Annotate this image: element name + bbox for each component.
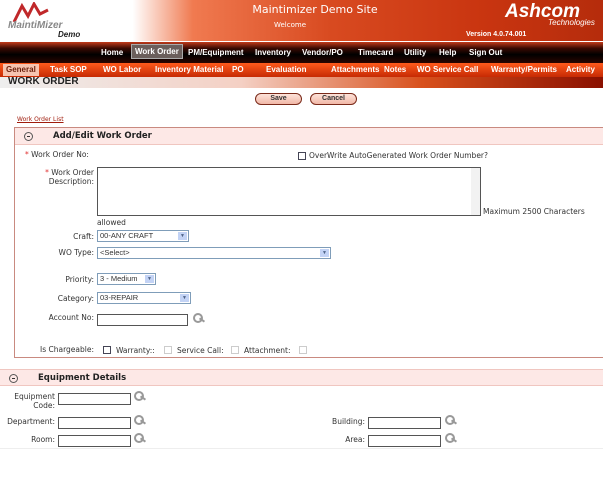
- warranty-checkbox[interactable]: [164, 346, 172, 354]
- wo-type-label: WO Type:: [58, 248, 94, 257]
- nav-pm-equipment[interactable]: PM/Equipment: [188, 48, 244, 57]
- tab-inventory-material[interactable]: Inventory Material: [155, 65, 223, 74]
- priority-label: Priority:: [65, 275, 94, 284]
- divider: [0, 448, 603, 449]
- page-title-bar: WORK ORDER: [0, 76, 603, 88]
- tab-activity[interactable]: Activity: [566, 65, 595, 74]
- equipment-code-label: Equipment Code:: [14, 392, 55, 410]
- nav-inventory[interactable]: Inventory: [255, 48, 291, 57]
- priority-select[interactable]: 3 - Medium ▼: [97, 273, 156, 285]
- attachment-checkbox[interactable]: [299, 346, 307, 354]
- main-nav: Home Work Order PM/Equipment Inventory V…: [0, 42, 603, 63]
- cancel-button[interactable]: Cancel: [310, 93, 357, 105]
- ashcom-logo-sub: Technologies: [548, 18, 595, 27]
- overwrite-label: OverWrite AutoGenerated Work Order Numbe…: [309, 151, 488, 160]
- area-label: Area:: [345, 435, 365, 444]
- category-label: Category:: [57, 294, 94, 303]
- warranty-label: Warranty::: [116, 346, 155, 355]
- attachment-label: Attachment:: [244, 346, 291, 355]
- tab-general[interactable]: General: [3, 64, 39, 76]
- wo-type-select[interactable]: <Select> ▼: [97, 247, 331, 259]
- nav-utility[interactable]: Utility: [404, 48, 426, 57]
- lookup-key-icon[interactable]: [445, 415, 457, 425]
- lookup-key-icon[interactable]: [134, 433, 146, 443]
- is-chargeable-checkbox[interactable]: [103, 346, 111, 354]
- description-scrollbar[interactable]: [471, 168, 480, 215]
- nav-help[interactable]: Help: [439, 48, 456, 57]
- work-order-list-link[interactable]: Work Order List: [17, 116, 64, 123]
- building-input[interactable]: [368, 417, 441, 429]
- account-no-input[interactable]: [97, 314, 188, 326]
- save-button[interactable]: Save: [255, 93, 302, 105]
- wo-no-label: * Work Order No:: [25, 150, 89, 159]
- header-banner: MaintiMizer Demo Maintimizer Demo Site W…: [0, 0, 603, 41]
- sub-tabs: General Task SOP WO Labor Inventory Mate…: [0, 63, 603, 77]
- chevron-down-icon: ▼: [145, 275, 154, 283]
- nav-timecard[interactable]: Timecard: [358, 48, 393, 57]
- area-input[interactable]: [368, 435, 441, 447]
- service-call-checkbox[interactable]: [231, 346, 239, 354]
- tab-wo-service-call[interactable]: WO Service Call: [417, 65, 478, 74]
- collapse-icon[interactable]: [24, 132, 33, 141]
- tab-po[interactable]: PO: [232, 65, 244, 74]
- tab-evaluation[interactable]: Evaluation: [266, 65, 306, 74]
- lookup-key-icon[interactable]: [445, 433, 457, 443]
- version-text: Version 4.0.74.001: [466, 31, 527, 38]
- collapse-icon[interactable]: [9, 374, 18, 383]
- room-input[interactable]: [58, 435, 131, 447]
- tab-task-sop[interactable]: Task SOP: [50, 65, 87, 74]
- page-title: WORK ORDER: [8, 76, 79, 87]
- chevron-down-icon: ▼: [178, 232, 187, 240]
- description-textarea[interactable]: [97, 167, 481, 216]
- allowed-text: allowed: [97, 218, 126, 227]
- welcome-text: Welcome: [273, 21, 307, 29]
- nav-home[interactable]: Home: [101, 48, 123, 57]
- lookup-key-icon[interactable]: [134, 415, 146, 425]
- overwrite-checkbox[interactable]: [298, 152, 306, 160]
- tab-wo-labor[interactable]: WO Labor: [103, 65, 141, 74]
- tab-attachments[interactable]: Attachments: [331, 65, 379, 74]
- equipment-section-header: Equipment Details: [0, 369, 603, 386]
- account-no-label: Account No:: [48, 313, 94, 322]
- nav-work-order[interactable]: Work Order: [131, 44, 183, 59]
- equipment-code-input[interactable]: [58, 393, 131, 405]
- chevron-down-icon: ▼: [180, 294, 189, 302]
- max-chars-text: Maximum 2500 Characters: [483, 207, 585, 216]
- lookup-key-icon[interactable]: [134, 391, 146, 401]
- description-label: * Work Order Description:: [45, 168, 94, 186]
- section-title: Equipment Details: [38, 373, 127, 383]
- section-title: Add/Edit Work Order: [53, 131, 152, 141]
- tab-notes[interactable]: Notes: [384, 65, 406, 74]
- category-select[interactable]: 03-REPAIR ▼: [97, 292, 191, 304]
- building-label: Building:: [332, 417, 365, 426]
- craft-select[interactable]: 00-ANY CRAFT ▼: [97, 230, 189, 242]
- department-label: Department:: [7, 417, 55, 426]
- section-header: Add/Edit Work Order: [15, 128, 603, 145]
- room-label: Room:: [31, 435, 55, 444]
- nav-sign-out[interactable]: Sign Out: [469, 48, 502, 57]
- is-chargeable-label: Is Chargeable:: [40, 345, 94, 354]
- tab-warranty-permits[interactable]: Warranty/Permits: [491, 65, 557, 74]
- craft-label: Craft:: [73, 232, 94, 241]
- maintimizer-logo: MaintiMizer Demo: [8, 2, 108, 39]
- site-title: Maintimizer Demo Site: [252, 3, 378, 16]
- nav-vendor-po[interactable]: Vendor/PO: [302, 48, 343, 57]
- lookup-key-icon[interactable]: [193, 313, 205, 323]
- department-input[interactable]: [58, 417, 131, 429]
- service-call-label: Service Call:: [177, 346, 224, 355]
- chevron-down-icon: ▼: [320, 249, 329, 257]
